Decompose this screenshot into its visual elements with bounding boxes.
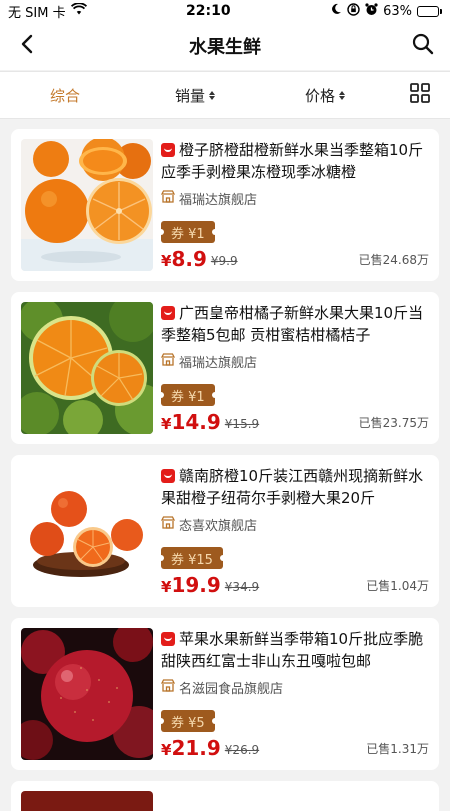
shop-row[interactable]: 态喜欢旗舰店 — [160, 515, 429, 534]
search-icon — [412, 33, 434, 59]
price-row: ¥8.9 ¥9.9 已售24.68万 — [161, 247, 429, 271]
tmall-logo-icon — [161, 143, 175, 157]
status-bar: 无 SIM 卡 22:10 63% — [0, 0, 450, 22]
product-image-red-apples — [21, 628, 153, 760]
wifi-icon — [70, 2, 87, 19]
current-price: ¥19.9 — [161, 573, 221, 597]
back-button[interactable] — [12, 31, 42, 61]
original-price: ¥9.9 — [210, 254, 238, 268]
battery-percent: 63% — [383, 3, 412, 19]
shop-name: 态喜欢旗舰店 — [179, 519, 258, 534]
coupon-badge[interactable]: 券 ¥15 — [158, 547, 226, 569]
product-image-oranges — [21, 139, 153, 271]
sort-label: 销量 — [174, 86, 205, 105]
shop-icon — [160, 190, 176, 207]
product-image-partial — [21, 791, 153, 811]
tmall-logo-icon — [161, 306, 175, 320]
product-title[interactable]: 苹果水果新鲜当季带箱10斤批应季脆甜陕西红富士非山东丑嘎啦包邮 — [161, 628, 429, 672]
battery-icon — [417, 5, 442, 17]
product-image-navel-oranges — [21, 465, 153, 597]
shop-icon — [160, 353, 176, 370]
sort-arrows-icon — [339, 90, 345, 100]
sold-count: 已售24.68万 — [358, 253, 429, 267]
tmall-logo-icon — [161, 469, 175, 483]
back-arrow-icon — [20, 34, 34, 58]
current-price: ¥14.9 — [161, 410, 221, 434]
product-list: 橙子脐橙甜橙新鲜水果当季整箱10斤应季手剥橙果冻橙现季冰糖橙 福瑞达旗舰店 券 … — [0, 119, 450, 811]
moon-icon — [330, 3, 342, 19]
product-title[interactable]: 橙子脐橙甜橙新鲜水果当季整箱10斤应季手剥橙果冻橙现季冰糖橙 — [161, 139, 429, 183]
shop-icon — [160, 679, 176, 696]
shop-row[interactable]: 福瑞达旗舰店 — [160, 352, 429, 371]
sort-label: 价格 — [304, 86, 335, 105]
tmall-logo-icon — [161, 632, 175, 646]
shop-name: 福瑞达旗舰店 — [179, 356, 258, 371]
sort-label: 综合 — [49, 86, 80, 105]
lock-rotation-icon — [347, 2, 360, 20]
coupon-badge[interactable]: 券 ¥1 — [158, 221, 218, 243]
grid-view-icon — [410, 83, 430, 107]
current-price: ¥21.9 — [161, 736, 221, 760]
product-card[interactable]: 赣南脐橙10斤装江西赣州现摘新鲜水果甜橙子纽荷尔手剥橙大果20斤 态喜欢旗舰店 … — [11, 455, 439, 607]
shop-name: 福瑞达旗舰店 — [179, 193, 258, 208]
price-row: ¥14.9 ¥15.9 已售23.75万 — [161, 410, 429, 434]
product-title[interactable]: 赣南脐橙10斤装江西赣州现摘新鲜水果甜橙子纽荷尔手剥橙大果20斤 — [161, 465, 429, 509]
sort-tab-price[interactable]: 价格 — [260, 85, 390, 106]
coupon-badge[interactable]: 券 ¥5 — [158, 710, 218, 732]
sort-tab-comprehensive[interactable]: 综合 — [0, 85, 130, 106]
sold-count: 已售1.04万 — [366, 579, 429, 593]
price-row: ¥19.9 ¥34.9 已售1.04万 — [161, 573, 429, 597]
sort-arrows-icon — [209, 90, 215, 100]
search-button[interactable] — [408, 31, 438, 61]
alarm-icon — [365, 2, 378, 20]
sort-bar: 综合 销量 价格 — [0, 71, 450, 119]
page-title: 水果生鲜 — [189, 37, 261, 58]
sold-count: 已售1.31万 — [366, 742, 429, 756]
sold-count: 已售23.75万 — [358, 416, 429, 430]
header-bar: 水果生鲜 — [0, 22, 450, 70]
product-card[interactable]: 广西皇帝柑橘子新鲜水果大果10斤当季整箱5包邮 贡柑蜜桔柑橘桔子 福瑞达旗舰店 … — [11, 292, 439, 444]
original-price: ¥34.9 — [224, 580, 260, 594]
shop-row[interactable]: 名滋园食品旗舰店 — [160, 678, 429, 697]
carrier-label: 无 SIM 卡 — [8, 5, 66, 21]
product-card[interactable]: 橙子脐橙甜橙新鲜水果当季整箱10斤应季手剥橙果冻橙现季冰糖橙 福瑞达旗舰店 券 … — [11, 129, 439, 281]
product-image-green-tangerines — [21, 302, 153, 434]
product-title[interactable]: 广西皇帝柑橘子新鲜水果大果10斤当季整箱5包邮 贡柑蜜桔柑橘桔子 — [161, 302, 429, 346]
coupon-badge[interactable]: 券 ¥1 — [158, 384, 218, 406]
shop-icon — [160, 516, 176, 533]
sort-tab-sales[interactable]: 销量 — [130, 85, 260, 106]
original-price: ¥26.9 — [224, 743, 260, 757]
shop-row[interactable]: 福瑞达旗舰店 — [160, 189, 429, 208]
layout-toggle-button[interactable] — [390, 83, 450, 107]
product-card-partial[interactable] — [11, 781, 439, 811]
price-row: ¥21.9 ¥26.9 已售1.31万 — [161, 736, 429, 760]
product-card[interactable]: 苹果水果新鲜当季带箱10斤批应季脆甜陕西红富士非山东丑嘎啦包邮 名滋园食品旗舰店… — [11, 618, 439, 770]
shop-name: 名滋园食品旗舰店 — [179, 682, 284, 697]
status-time: 22:10 — [186, 3, 231, 19]
original-price: ¥15.9 — [224, 417, 260, 431]
current-price: ¥8.9 — [161, 247, 207, 271]
